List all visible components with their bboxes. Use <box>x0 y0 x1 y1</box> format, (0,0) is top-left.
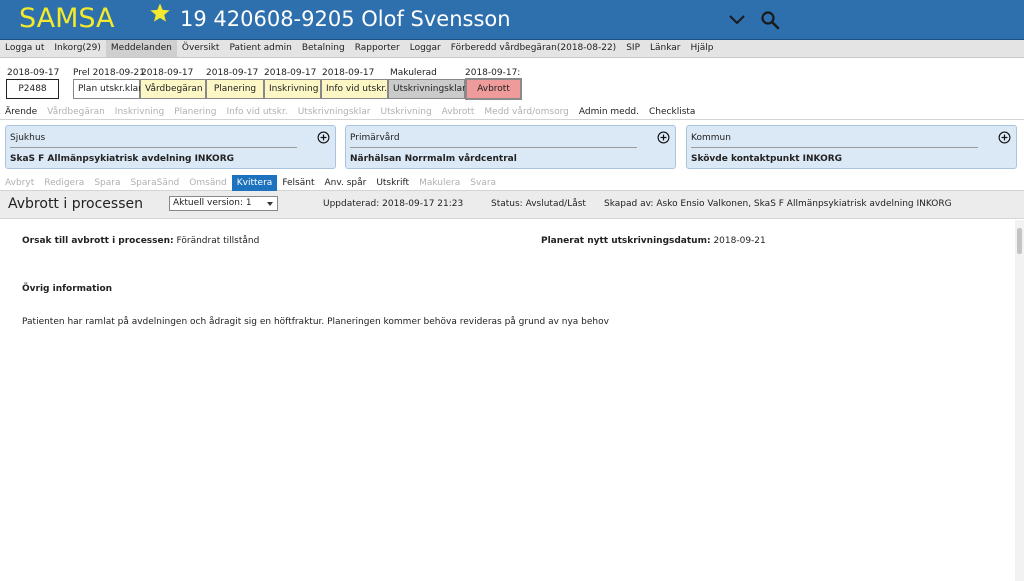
action-arende[interactable]: Ärende <box>0 104 42 120</box>
message-content: Orsak till avbrott i processen: Förändra… <box>0 220 1015 581</box>
version-select-value: Aktuell version: 1 <box>173 198 252 208</box>
add-circle-icon[interactable] <box>998 131 1011 144</box>
main-menu: Logga ut Inkorg(29) Meddelanden Översikt… <box>0 40 1024 58</box>
add-circle-icon[interactable] <box>657 131 670 144</box>
status-text: Status: Avslutad/Låst <box>491 199 586 209</box>
step-info-vid-utskr[interactable]: Info vid utskr. <box>321 79 388 99</box>
panel-value: Närhälsan Norrmalm vårdcentral <box>350 154 517 164</box>
step-avbrott[interactable]: Avbrott <box>465 78 522 100</box>
add-circle-icon[interactable] <box>317 131 330 144</box>
reason-value: Förändrat tillstånd <box>176 236 260 246</box>
case-actions-bar: Ärende Vårdbegäran Inskrivning Planering… <box>0 104 1024 120</box>
step-vardbegaran[interactable]: Vårdbegäran <box>140 79 206 99</box>
action-felsant[interactable]: Felsänt <box>277 175 319 191</box>
menu-item-inkorg[interactable]: Inkorg(29) <box>49 40 106 57</box>
menu-item-patient-admin[interactable]: Patient admin <box>224 40 296 57</box>
star-icon[interactable] <box>149 2 171 24</box>
reason-label: Orsak till avbrott i processen: <box>22 236 174 246</box>
menu-item-loggar[interactable]: Loggar <box>405 40 446 57</box>
chevron-down-icon[interactable] <box>728 13 746 27</box>
panel-divider <box>350 147 637 148</box>
menu-item-lankar[interactable]: Länkar <box>645 40 686 57</box>
action-vardbegaran[interactable]: Vårdbegäran <box>42 104 110 120</box>
process-steps: 2018-09-17 P2488 Prel 2018-09-21 Plan ut… <box>0 66 1024 102</box>
step-date: Prel 2018-09-21 <box>73 68 145 78</box>
panel-sjukhus: Sjukhus SkaS F Allmänpsykiatrisk avdelni… <box>5 125 336 169</box>
menu-item-meddelanden[interactable]: Meddelanden <box>105 40 177 57</box>
menu-item-rapporter[interactable]: Rapporter <box>350 40 405 57</box>
updated-timestamp: Uppdaterad: 2018-09-17 21:23 <box>323 199 464 209</box>
message-actions-bar: Avbryt Redigera Spara SparaSänd Omsänd K… <box>0 174 1024 191</box>
detail-header: Avbrott i processen Aktuell version: 1 U… <box>0 191 1024 219</box>
scrollbar-thumb[interactable] <box>1017 228 1022 254</box>
step-date: 2018-09-17: <box>465 68 521 78</box>
step-date: 2018-09-17 <box>322 68 375 78</box>
action-avbryt[interactable]: Avbryt <box>0 175 39 191</box>
action-info-vid-utskr[interactable]: Info vid utskr. <box>222 104 293 120</box>
action-sparasand[interactable]: SparaSänd <box>125 175 184 191</box>
action-anv-spar[interactable]: Anv. spår <box>319 175 371 191</box>
action-utskrivning[interactable]: Utskrivning <box>376 104 437 120</box>
panel-divider <box>10 147 297 148</box>
action-avbrott[interactable]: Avbrott <box>437 104 480 120</box>
action-svara[interactable]: Svara <box>465 175 501 191</box>
action-checklista[interactable]: Checklista <box>644 104 700 120</box>
menu-item-logga-ut[interactable]: Logga ut <box>0 40 49 57</box>
step-plan-utskr-klar[interactable]: Plan utskr.klar <box>73 79 142 99</box>
planned-date-field: Planerat nytt utskrivningsdatum: 2018-09… <box>541 236 766 246</box>
action-kvittera[interactable]: Kvittera <box>231 174 278 191</box>
panel-kommun: Kommun Skövde kontaktpunkt INKORG <box>686 125 1017 169</box>
version-select[interactable]: Aktuell version: 1 <box>169 196 278 211</box>
step-date: 2018-09-17 <box>264 68 317 78</box>
action-redigera[interactable]: Redigera <box>39 175 89 191</box>
step-date: 2018-09-17 <box>206 68 259 78</box>
action-makulera[interactable]: Makulera <box>414 175 465 191</box>
panel-title: Kommun <box>691 133 731 143</box>
action-omsand[interactable]: Omsänd <box>184 175 231 191</box>
app-header: SAMSA 19 420608-9205 Olof Svensson <box>0 0 1024 40</box>
step-planering[interactable]: Planering <box>206 79 264 99</box>
menu-item-forberedd-vardbegaran[interactable]: Förberedd vårdbegäran(2018-08-22) <box>446 40 621 57</box>
action-planering[interactable]: Planering <box>169 104 221 120</box>
reason-field: Orsak till avbrott i processen: Förändra… <box>22 236 259 246</box>
app-logo-text: SAMSA <box>19 3 115 34</box>
vertical-scrollbar[interactable] <box>1015 220 1024 581</box>
other-info-text: Patienten har ramlat på avdelningen och … <box>22 317 609 327</box>
step-inskrivning[interactable]: Inskrivning <box>264 79 321 99</box>
step-date: 2018-09-17 <box>7 68 60 78</box>
menu-item-sip[interactable]: SIP <box>621 40 645 57</box>
panel-divider <box>691 147 978 148</box>
other-info-heading: Övrig information <box>22 284 113 294</box>
action-admin-medd[interactable]: Admin medd. <box>574 104 644 120</box>
created-by: Skapad av: Asko Ensio Valkonen, SkaS F A… <box>604 199 952 209</box>
caret-down-icon <box>267 202 273 206</box>
step-date: 2018-09-17 <box>141 68 194 78</box>
action-spara[interactable]: Spara <box>89 175 125 191</box>
search-icon[interactable] <box>760 10 780 30</box>
action-utskrift[interactable]: Utskrift <box>371 175 414 191</box>
action-utskrivningsklar[interactable]: Utskrivningsklar <box>293 104 376 120</box>
page-title: Avbrott i processen <box>8 196 143 212</box>
panel-value: SkaS F Allmänpsykiatrisk avdelning INKOR… <box>10 154 235 164</box>
menu-item-oversikt[interactable]: Översikt <box>177 40 225 57</box>
panel-title: Primärvård <box>350 133 400 143</box>
case-number-box[interactable]: P2488 <box>6 79 59 99</box>
menu-item-hjalp[interactable]: Hjälp <box>686 40 719 57</box>
planned-date-value: 2018-09-21 <box>713 236 766 246</box>
panel-title: Sjukhus <box>10 133 46 143</box>
planned-date-label: Planerat nytt utskrivningsdatum: <box>541 236 711 246</box>
step-date: Makulerad <box>390 68 437 78</box>
patient-title: 19 420608-9205 Olof Svensson <box>180 7 511 31</box>
menu-item-betalning[interactable]: Betalning <box>297 40 350 57</box>
panel-value: Skövde kontaktpunkt INKORG <box>691 154 843 164</box>
panel-primarvard: Primärvård Närhälsan Norrmalm vårdcentra… <box>345 125 676 169</box>
action-inskrivning[interactable]: Inskrivning <box>110 104 169 120</box>
step-utskrivningsklar[interactable]: Utskrivningsklar <box>388 79 466 99</box>
action-medd-vard-omsorg[interactable]: Medd vård/omsorg <box>479 104 573 120</box>
